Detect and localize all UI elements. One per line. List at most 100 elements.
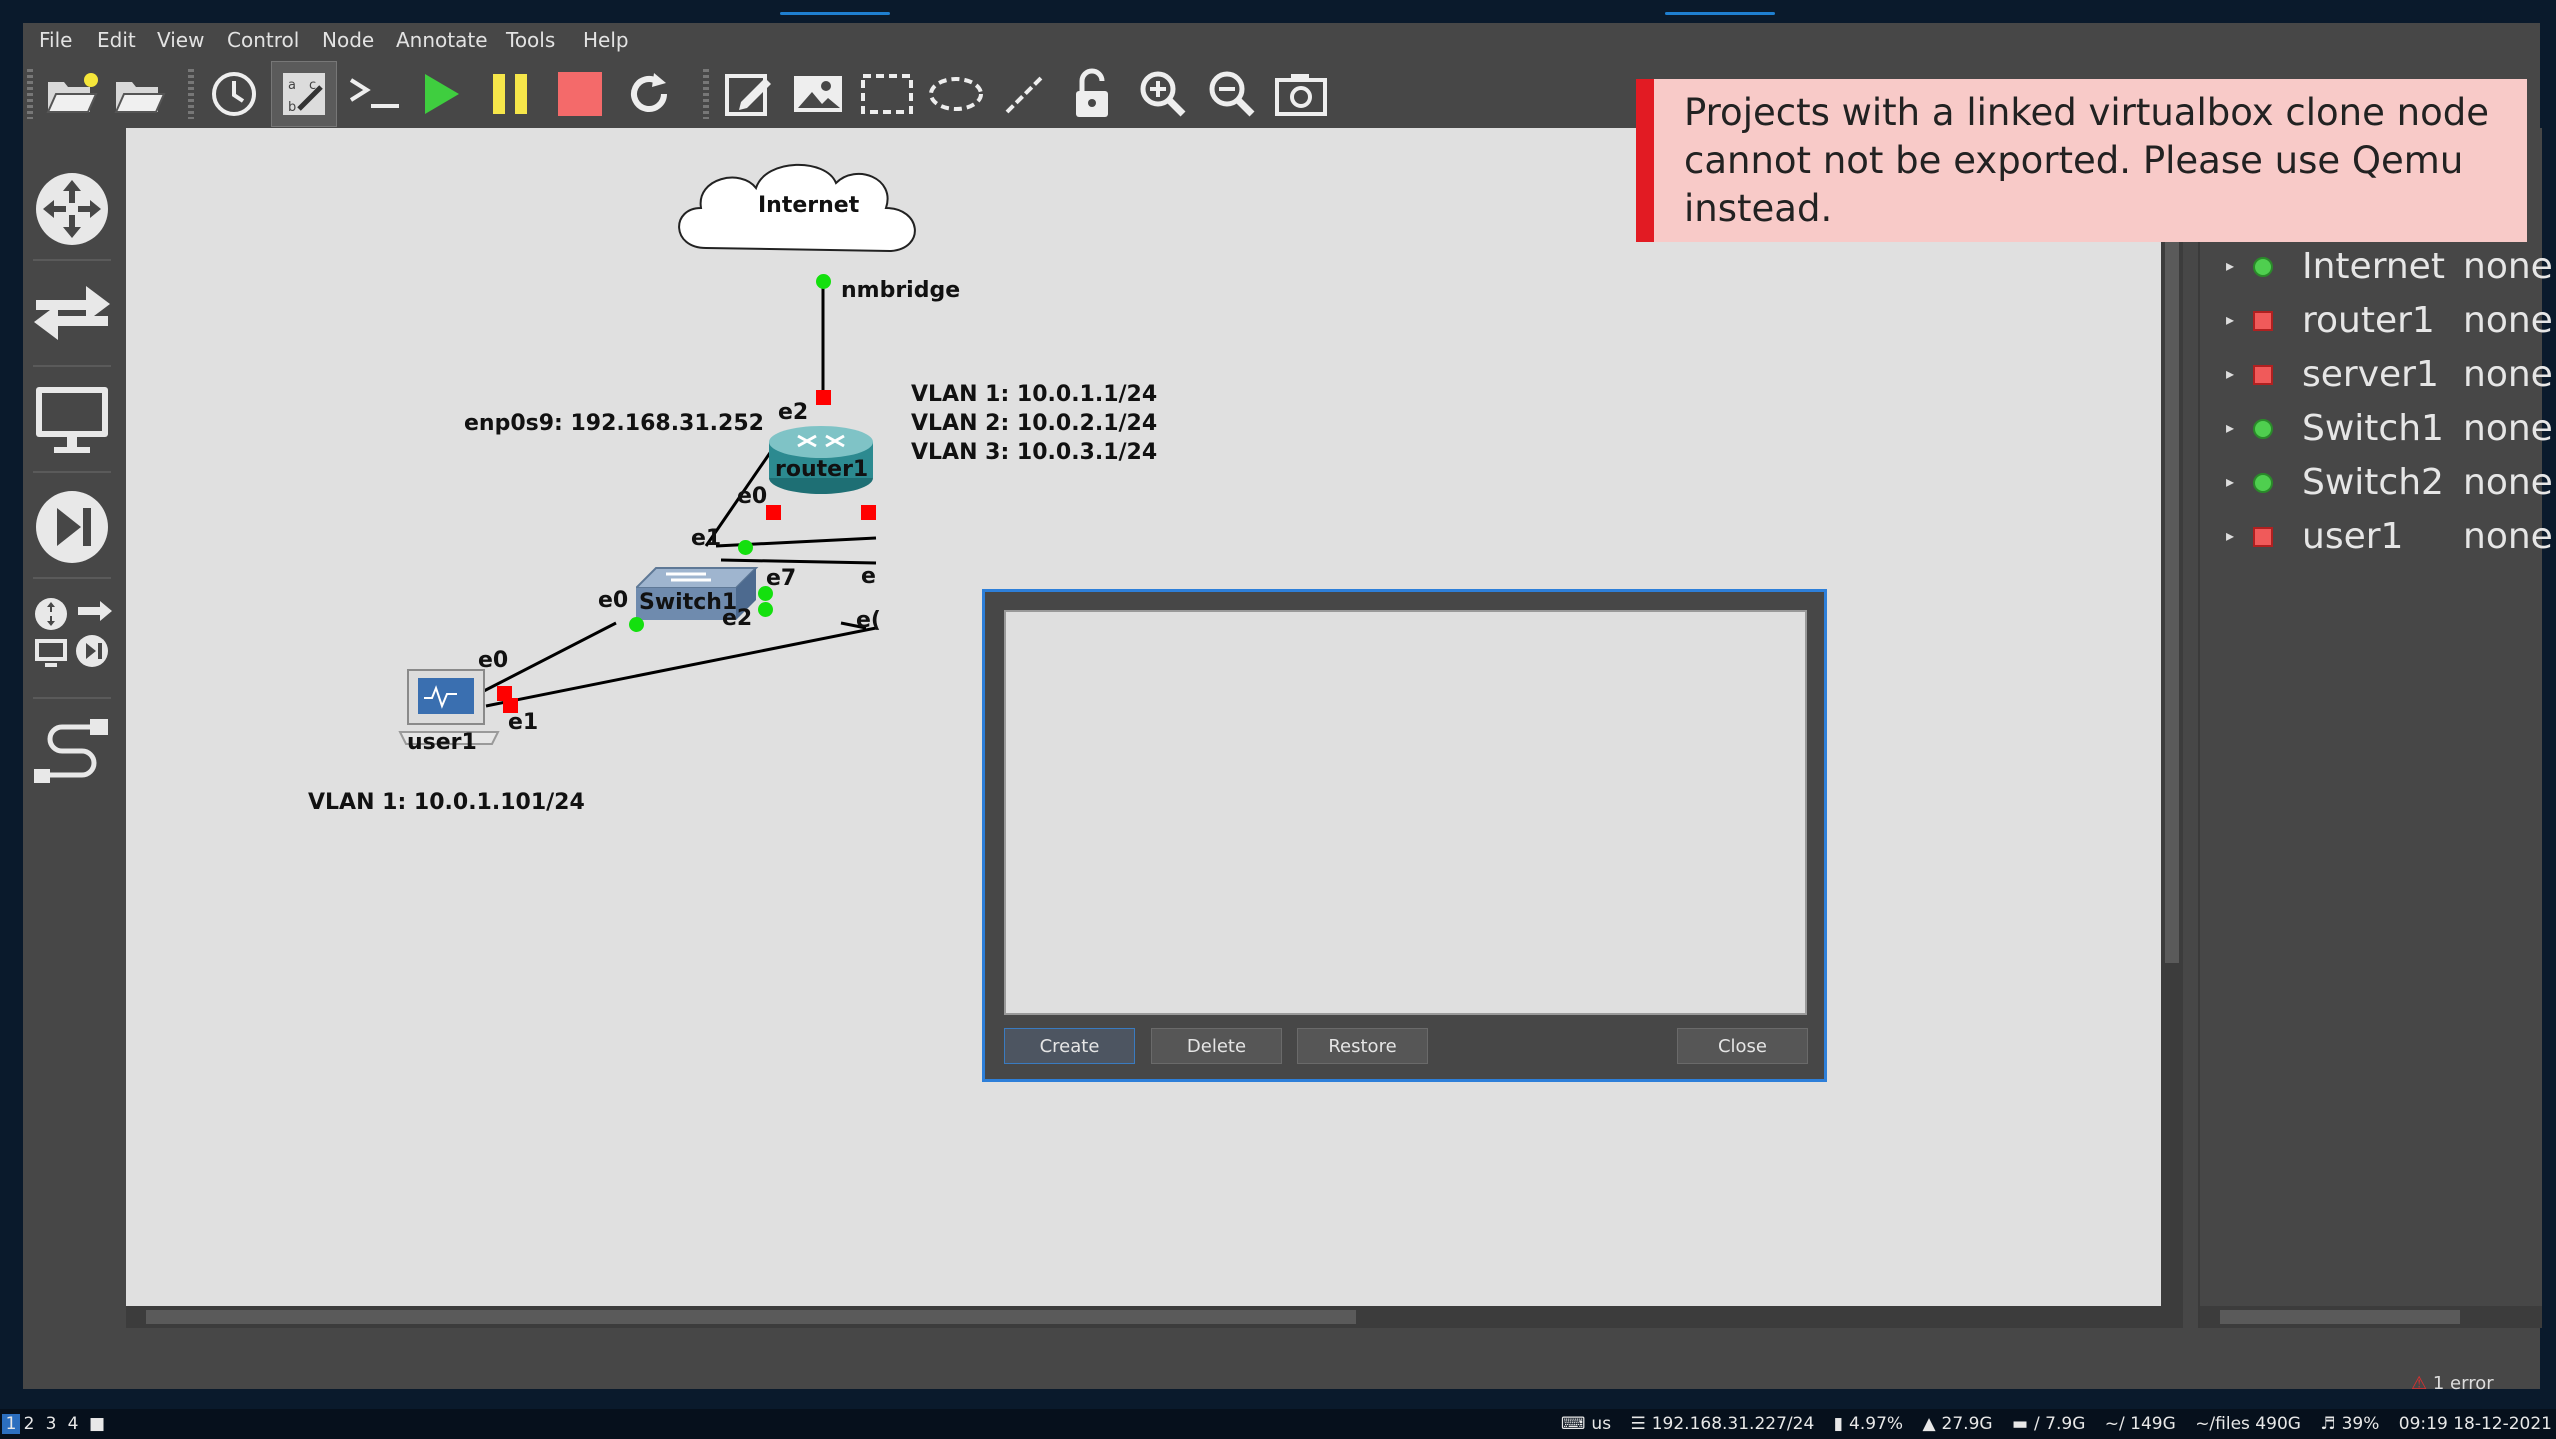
internet-node-label: Internet (758, 193, 860, 218)
menu-edit[interactable]: Edit (97, 28, 136, 52)
internet-cloud-node[interactable]: Internet (666, 153, 932, 268)
delete-button-label: Delete (1186, 1035, 1247, 1057)
cpu-usage: 4.97% (1849, 1414, 1904, 1434)
network-icon: ☰ (1630, 1414, 1646, 1434)
summary-node-row[interactable]: ▸ server1 none (2200, 350, 2553, 402)
port-label: e( (856, 608, 881, 633)
canvas-horizontal-scrollbar[interactable] (126, 1306, 2183, 1328)
desktop-accent (1665, 12, 1775, 15)
browse-routers-icon[interactable] (30, 167, 114, 251)
show-interface-labels-icon[interactable]: acb (271, 61, 337, 127)
draw-rectangle-icon[interactable] (854, 61, 920, 127)
menu-file[interactable]: File (39, 28, 72, 52)
expand-arrow-icon[interactable]: ▸ (2226, 526, 2234, 545)
menu-control[interactable]: Control (227, 28, 299, 52)
disk-files-usage: ~/files 490G (2195, 1414, 2301, 1434)
restore-button[interactable]: Restore (1297, 1028, 1428, 1064)
panel-horizontal-scrollbar[interactable] (2200, 1306, 2542, 1328)
port-dot (816, 274, 831, 289)
router1-label: router1 (775, 457, 869, 482)
menu-view[interactable]: View (157, 28, 204, 52)
user1-node[interactable]: user1 (394, 668, 504, 763)
status-started-icon (2252, 472, 2274, 494)
port-dot (758, 586, 773, 601)
expand-arrow-icon[interactable]: ▸ (2226, 364, 2234, 383)
zoom-in-icon[interactable] (1130, 61, 1196, 127)
status-stopped-icon (2252, 526, 2274, 548)
network-address: 192.168.31.227/24 (1651, 1414, 1815, 1434)
port-label: e1 (691, 526, 722, 551)
expand-arrow-icon[interactable]: ▸ (2226, 472, 2234, 491)
summary-node-row[interactable]: ▸ Internet none (2200, 242, 2553, 294)
router-note: enp0s9: 192.168.31.252 (464, 411, 764, 436)
expand-arrow-icon[interactable]: ▸ (2226, 256, 2234, 275)
draw-line-icon[interactable] (992, 61, 1058, 127)
port-label: e2 (722, 606, 753, 631)
stop-all-icon[interactable] (547, 61, 613, 127)
scrollbar-thumb[interactable] (2165, 213, 2179, 963)
user1-label: user1 (407, 730, 477, 755)
browse-end-devices-icon[interactable] (30, 379, 114, 463)
lock-items-icon[interactable] (1061, 61, 1127, 127)
workspace-2[interactable]: 2 (20, 1414, 38, 1434)
router-vlan-note: VLAN 3: 10.0.3.1/24 (911, 440, 1158, 465)
browse-security-devices-icon[interactable] (30, 485, 114, 569)
summary-node-console: none (2463, 246, 2553, 287)
error-status[interactable]: ⚠ 1 error (2411, 1373, 2494, 1394)
scrollbar-thumb[interactable] (146, 1310, 1356, 1324)
create-button[interactable]: Create (1004, 1028, 1135, 1064)
start-all-icon[interactable] (408, 61, 474, 127)
close-button-label: Close (1717, 1035, 1768, 1057)
router1-node[interactable]: router1 (766, 420, 876, 496)
scrollbar-thumb[interactable] (2220, 1310, 2460, 1324)
add-link-icon[interactable] (30, 711, 114, 795)
folder-icon[interactable]: ■ (88, 1414, 106, 1434)
summary-node-row[interactable]: ▸ router1 none (2200, 296, 2553, 348)
desktop-accent (780, 12, 890, 15)
router-vlan-note: VLAN 1: 10.0.1.1/24 (911, 382, 1158, 407)
topology-canvas[interactable]: Internet nmbridge e2 enp0s9: 192.168.31.… (126, 128, 2161, 1306)
workspace-1[interactable]: 1 (2, 1414, 20, 1434)
summary-node-name: Switch1 (2302, 408, 2444, 449)
error-count: 1 error (2432, 1373, 2494, 1394)
summary-node-row[interactable]: ▸ Switch2 none (2200, 458, 2553, 510)
keyboard-layout: us (1591, 1414, 1612, 1434)
error-notification[interactable]: Projects with a linked virtualbox clone … (1636, 79, 2527, 242)
open-folder-icon[interactable] (107, 61, 173, 127)
port-label: e (861, 564, 876, 589)
browse-all-devices-icon[interactable] (30, 591, 114, 675)
menu-tools[interactable]: Tools (506, 28, 555, 52)
dock-separator (33, 577, 111, 579)
menu-help[interactable]: Help (583, 28, 629, 52)
close-button[interactable]: Close (1677, 1028, 1808, 1064)
screenshot-icon[interactable] (1268, 61, 1334, 127)
add-note-icon[interactable] (716, 61, 782, 127)
expand-arrow-icon[interactable]: ▸ (2226, 310, 2234, 329)
summary-node-row[interactable]: ▸ user1 none (2200, 512, 2553, 564)
reload-all-icon[interactable] (616, 61, 682, 127)
open-project-icon[interactable] (40, 61, 106, 127)
gns3-window: File Edit View Control Node Annotate Too… (23, 23, 2553, 1394)
suspend-all-icon[interactable] (478, 61, 544, 127)
topology-summary-panel: ▸ Internet none ▸ router1 none ▸ server1… (2198, 128, 2553, 1328)
summary-node-row[interactable]: ▸ Switch1 none (2200, 404, 2553, 456)
console-all-icon[interactable] (341, 61, 407, 127)
toolbar-grip (188, 69, 194, 119)
port-dot (758, 602, 773, 617)
delete-button[interactable]: Delete (1151, 1028, 1282, 1064)
menu-annotate[interactable]: Annotate (396, 28, 488, 52)
workspace-3[interactable]: 3 (42, 1414, 60, 1434)
workspace-4[interactable]: 4 (64, 1414, 82, 1434)
port-label: e0 (737, 484, 768, 509)
browse-switches-icon[interactable] (30, 273, 114, 357)
snapshot-list[interactable] (1004, 610, 1807, 1015)
expand-arrow-icon[interactable]: ▸ (2226, 418, 2234, 437)
menu-node[interactable]: Node (322, 28, 374, 52)
insert-picture-icon[interactable] (785, 61, 851, 127)
canvas-vertical-scrollbar[interactable] (2161, 213, 2183, 1306)
port-dot (766, 505, 781, 520)
snapshot-clock-icon[interactable] (201, 61, 267, 127)
draw-ellipse-icon[interactable] (923, 61, 989, 127)
zoom-out-icon[interactable] (1199, 61, 1265, 127)
port-label: e0 (598, 588, 629, 613)
